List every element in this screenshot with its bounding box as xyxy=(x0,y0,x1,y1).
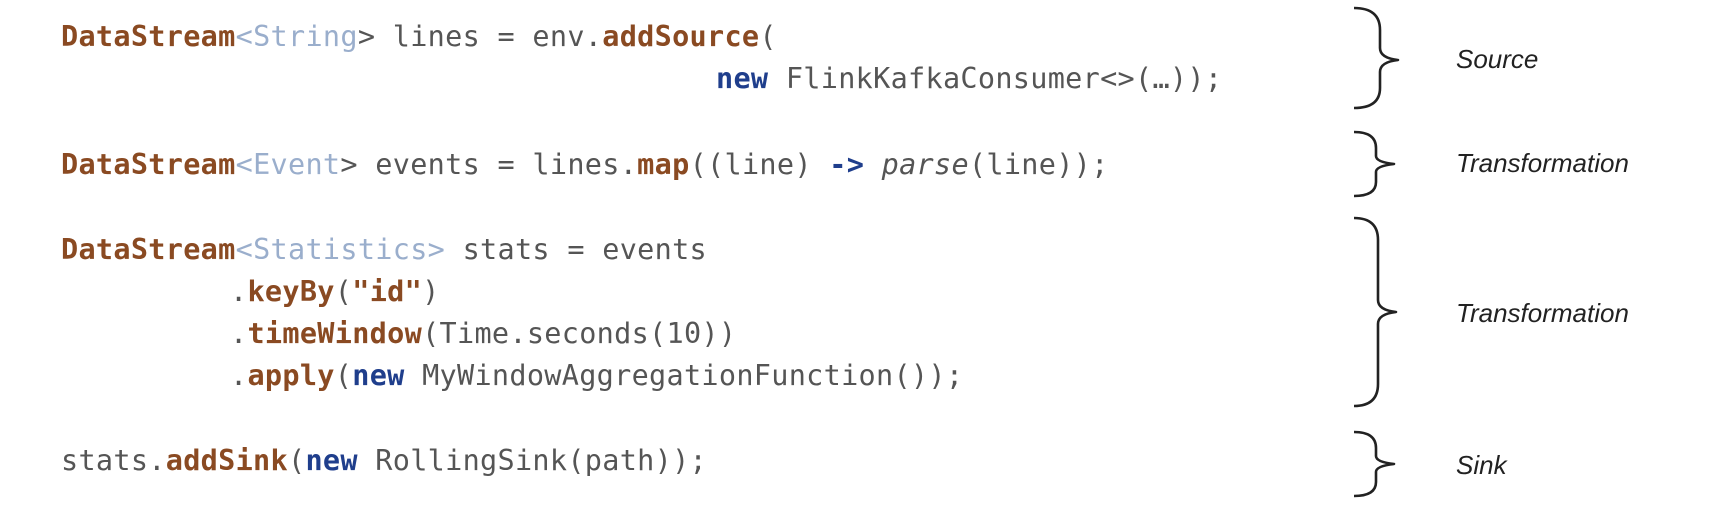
brace-transformation-2 xyxy=(1353,216,1398,408)
brace-source xyxy=(1353,6,1400,110)
annotation-sink: Sink xyxy=(1456,450,1507,480)
annotation-transformation-1: Transformation xyxy=(1456,148,1629,178)
annotation-transformation-2: Transformation xyxy=(1456,298,1629,328)
brace-sink xyxy=(1353,430,1396,498)
annotation-source: Source xyxy=(1456,44,1539,74)
brace-transformation-1 xyxy=(1353,130,1396,198)
braces-layer xyxy=(1353,6,1400,498)
